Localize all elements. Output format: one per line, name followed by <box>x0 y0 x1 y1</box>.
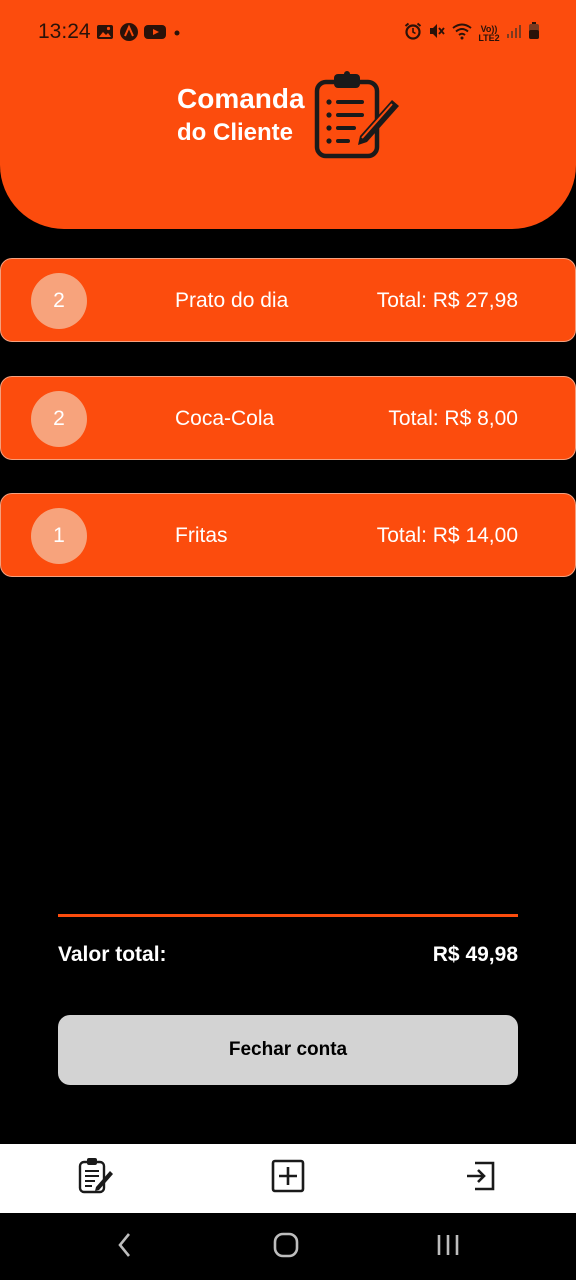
clipboard-pen-icon <box>312 70 404 167</box>
mute-icon <box>428 22 446 45</box>
battery-icon <box>528 22 540 45</box>
status-left-icons <box>96 22 183 47</box>
youtube-icon <box>144 24 166 45</box>
wifi-icon <box>452 22 472 45</box>
recents-button[interactable] <box>428 1231 468 1263</box>
alarm-icon <box>404 22 422 45</box>
header-title-line1: Comanda <box>177 83 305 114</box>
item-total: Total: R$ 8,00 <box>388 407 518 430</box>
home-button[interactable] <box>266 1231 306 1263</box>
dot-icon <box>171 24 183 45</box>
network-label: Vo)) LTE2 <box>478 23 500 43</box>
close-bill-button[interactable]: Fechar conta <box>58 1015 518 1085</box>
quantity-badge: 2 <box>31 391 87 447</box>
status-right-icons: Vo)) LTE2 <box>404 22 540 45</box>
system-nav-bar <box>0 1213 576 1280</box>
item-name: Prato do dia <box>175 289 289 312</box>
back-button[interactable] <box>105 1231 145 1263</box>
total-label: Valor total: <box>58 943 167 966</box>
app-a-icon <box>119 22 139 47</box>
clipboard-edit-icon <box>76 1156 116 1201</box>
status-time: 13:24 <box>38 20 91 43</box>
logout-icon <box>463 1159 497 1198</box>
plus-square-icon <box>271 1159 305 1198</box>
tab-add[interactable] <box>266 1156 310 1200</box>
tab-order[interactable] <box>74 1156 118 1200</box>
screen: 13:24 Vo)) LTE2 Comanda do Cliente 2 Pra… <box>0 0 576 1280</box>
divider <box>58 914 518 917</box>
quantity-badge: 1 <box>31 508 87 564</box>
signal-icon <box>506 23 522 44</box>
item-name: Coca-Cola <box>175 407 275 430</box>
item-total: Total: R$ 14,00 <box>376 524 518 547</box>
tab-logout[interactable] <box>458 1156 502 1200</box>
home-icon <box>272 1231 300 1264</box>
header-title-line2: do Cliente <box>177 119 294 146</box>
recents-icon <box>434 1231 462 1264</box>
gallery-icon <box>96 24 114 45</box>
quantity-badge: 2 <box>31 273 87 329</box>
list-item[interactable]: 2 Prato do dia Total: R$ 27,98 <box>0 258 576 342</box>
total-value: R$ 49,98 <box>432 943 518 966</box>
item-name: Fritas <box>175 524 228 547</box>
item-total: Total: R$ 27,98 <box>376 289 518 312</box>
header-title: Comanda do Cliente <box>177 82 305 150</box>
tab-bar <box>0 1144 576 1213</box>
status-bar: 13:24 Vo)) LTE2 <box>0 0 576 64</box>
header: 13:24 Vo)) LTE2 Comanda do Cliente <box>0 0 576 229</box>
back-icon <box>115 1231 135 1264</box>
list-item[interactable]: 2 Coca-Cola Total: R$ 8,00 <box>0 376 576 460</box>
list-item[interactable]: 1 Fritas Total: R$ 14,00 <box>0 493 576 577</box>
